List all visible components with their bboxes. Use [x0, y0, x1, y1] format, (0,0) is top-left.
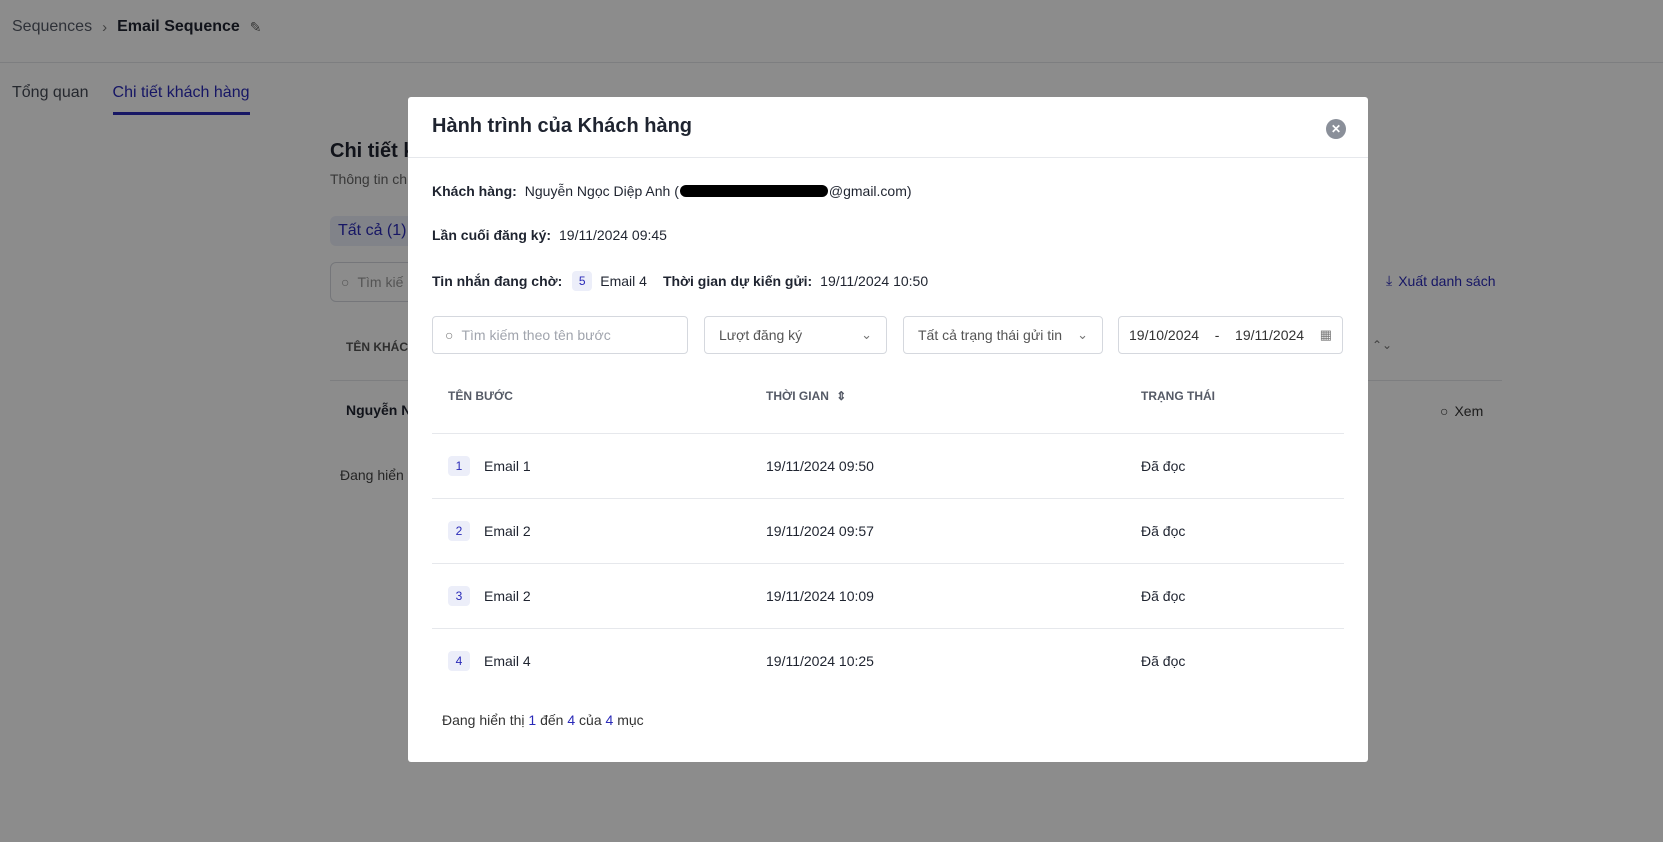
search-icon: ○	[445, 327, 454, 343]
pending-email: Email 4	[600, 273, 647, 289]
status-select-value: Tất cả trạng thái gửi tin	[918, 327, 1062, 343]
scheduled-value: 19/11/2024 10:50	[820, 273, 929, 289]
step-number-badge: 4	[448, 651, 470, 671]
date-range-picker[interactable]: 19/10/2024 - 19/11/2024 ▦	[1118, 316, 1343, 354]
table-row: 2 Email 2 19/11/2024 09:57 Đã đọc	[432, 498, 1344, 563]
last-signup-info: Lần cuối đăng ký: 19/11/2024 09:45	[432, 227, 667, 243]
customer-label: Khách hàng:	[432, 183, 517, 199]
footer-of-word: của	[579, 712, 602, 728]
table-row: 1 Email 1 19/11/2024 09:50 Đã đọc	[432, 433, 1344, 498]
footer-total: 4	[605, 712, 614, 728]
pagination-summary: Đang hiển thị 1 đến 4 của 4 mục	[442, 712, 644, 728]
pending-info: Tin nhắn đang chờ: 5 Email 4 Thời gian d…	[432, 271, 928, 291]
redacted-email-mark	[679, 185, 828, 197]
step-status: Đã đọc	[1141, 523, 1186, 539]
step-number-badge: 3	[448, 586, 470, 606]
step-time: 19/11/2024 10:25	[766, 653, 874, 669]
step-search-placeholder: Tìm kiếm theo tên bước	[461, 327, 611, 343]
footer-to: 4	[567, 712, 576, 728]
step-number-badge: 1	[448, 456, 470, 476]
modal-header-divider	[408, 157, 1368, 158]
step-name: Email 1	[484, 458, 531, 474]
step-time: 19/11/2024 09:57	[766, 523, 874, 539]
table-row: 3 Email 2 19/11/2024 10:09 Đã đọc	[432, 563, 1344, 628]
modal-title: Hành trình của Khách hàng	[432, 115, 693, 137]
pending-count-badge: 5	[572, 271, 593, 291]
signup-select-value: Lượt đăng ký	[719, 327, 803, 343]
customer-info: Khách hàng: Nguyễn Ngọc Diệp Anh ( @gmai…	[432, 183, 912, 199]
sort-icon[interactable]: ⇕	[836, 389, 846, 403]
date-separator: -	[1214, 327, 1220, 343]
step-search-input[interactable]: ○ Tìm kiếm theo tên bước	[432, 316, 688, 354]
last-signup-value: 19/11/2024 09:45	[559, 227, 667, 243]
table-row: 4 Email 4 19/11/2024 10:25 Đã đọc	[432, 628, 1344, 693]
column-status: TRẠNG THÁI	[1141, 389, 1215, 403]
step-time: 19/11/2024 09:50	[766, 458, 874, 474]
customer-name: Nguyễn Ngọc Diệp Anh (	[524, 183, 679, 199]
column-step: TÊN BƯỚC	[448, 389, 513, 403]
step-time: 19/11/2024 10:09	[766, 588, 874, 604]
footer-prefix: Đang hiển thị	[442, 712, 525, 728]
date-from: 19/10/2024	[1129, 327, 1200, 343]
column-time[interactable]: THỜI GIAN ⇕	[766, 389, 846, 403]
scheduled-label: Thời gian dự kiến gửi:	[662, 273, 813, 289]
calendar-icon: ▦	[1319, 327, 1332, 342]
footer-to-word: đến	[540, 712, 564, 728]
step-name: Email 2	[484, 523, 531, 539]
signup-select[interactable]: Lượt đăng ký ⌄	[704, 316, 887, 354]
chevron-down-icon: ⌄	[1077, 327, 1088, 342]
pending-label: Tin nhắn đang chờ:	[432, 273, 563, 289]
footer-from: 1	[528, 712, 537, 728]
step-name: Email 2	[484, 588, 531, 604]
date-to: 19/11/2024	[1235, 327, 1305, 343]
customer-email-suffix: @gmail.com)	[828, 183, 912, 199]
chevron-down-icon: ⌄	[861, 327, 872, 342]
footer-suffix: mục	[617, 712, 644, 728]
status-select[interactable]: Tất cả trạng thái gửi tin ⌄	[903, 316, 1103, 354]
step-name: Email 4	[484, 653, 531, 669]
step-number-badge: 2	[448, 521, 470, 541]
step-status: Đã đọc	[1141, 588, 1186, 604]
step-status: Đã đọc	[1141, 458, 1186, 474]
step-status: Đã đọc	[1141, 653, 1186, 669]
last-signup-label: Lần cuối đăng ký:	[432, 227, 552, 243]
journey-table-body: 1 Email 1 19/11/2024 09:50 Đã đọc 2 Email …	[432, 433, 1344, 693]
close-icon[interactable]: ✕	[1326, 119, 1346, 139]
customer-journey-modal: Hành trình của Khách hàng ✕ Khách hàng: …	[408, 97, 1368, 762]
column-time-label: THỜI GIAN	[766, 389, 829, 403]
